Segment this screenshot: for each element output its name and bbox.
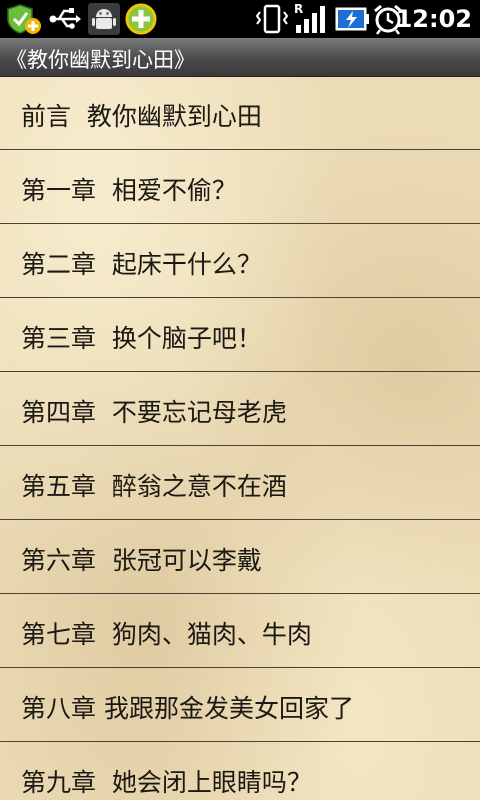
android-icon: [88, 3, 120, 35]
title-bar: 《教你幽默到心田》: [0, 38, 480, 77]
shield-plus-icon: [7, 4, 41, 34]
chapter-label: 第四章 不要忘记母老虎: [21, 398, 287, 427]
list-item[interactable]: 第四章 不要忘记母老虎: [0, 373, 480, 446]
battery-charging-icon: [335, 7, 369, 31]
vibrate-icon: [255, 4, 289, 34]
add-circle-icon: [125, 3, 157, 35]
chapter-label: 第二章 起床干什么？: [21, 250, 262, 279]
page-title: 《教你幽默到心田》: [6, 48, 195, 72]
list-item[interactable]: 第七章 狗肉、猫肉、牛肉: [0, 595, 480, 668]
chapter-label: 第一章 相爱不偷？: [21, 176, 237, 205]
status-bar: R 12:02: [0, 0, 480, 38]
chapter-label: 第八章 我跟那金发美女回家了: [21, 694, 354, 723]
list-item[interactable]: 第三章 换个脑子吧！: [0, 299, 480, 372]
usb-icon: [49, 8, 81, 29]
chapter-label: 第六章 张冠可以李戴: [21, 546, 262, 575]
list-item[interactable]: 第六章 张冠可以李戴: [0, 521, 480, 594]
list-item[interactable]: 前言 教你幽默到心田: [0, 77, 480, 150]
chapter-label: 第九章 她会闭上眼睛吗？: [21, 768, 312, 797]
list-item[interactable]: 第九章 她会闭上眼睛吗？: [0, 743, 480, 800]
list-item[interactable]: 第一章 相爱不偷？: [0, 151, 480, 224]
list-item[interactable]: 第五章 醉翁之意不在酒: [0, 447, 480, 520]
chapter-label: 第七章 狗肉、猫肉、牛肉: [21, 620, 312, 649]
chapter-label: 前言 教你幽默到心田: [21, 102, 262, 131]
chapter-list[interactable]: 前言 教你幽默到心田 第一章 相爱不偷？ 第二章 起床干什么？ 第三章 换个脑子…: [0, 77, 480, 800]
chapter-label: 第三章 换个脑子吧！: [21, 324, 262, 353]
status-time: 12:02: [395, 5, 472, 33]
chapter-label: 第五章 醉翁之意不在酒: [21, 472, 287, 501]
list-item[interactable]: 第八章 我跟那金发美女回家了: [0, 669, 480, 742]
list-item[interactable]: 第二章 起床干什么？: [0, 225, 480, 298]
signal-icon: [296, 6, 325, 33]
